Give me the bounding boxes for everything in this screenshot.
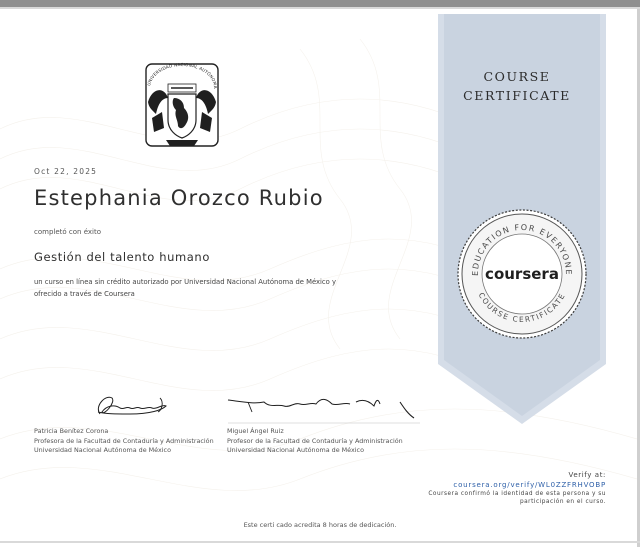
ribbon-title-line1: COURSE [483, 69, 551, 84]
course-description-line2: ofrecido a través de Coursera [34, 290, 135, 298]
verify-note-line1: Coursera confirmó la identidad de esta p… [428, 491, 606, 497]
signer-1-title: Profesora de la Facultad de Contaduría y… [34, 436, 214, 445]
university-seal-logo: UNIVERSIDAD NACIONAL AUTÓNOMA DE MÉXICO [138, 58, 219, 147]
signature-2 [227, 398, 420, 424]
course-description: un curso en línea sin crédito autorizado… [34, 276, 354, 300]
verify-label: Verify at: [568, 471, 606, 479]
ribbon-title-line2: CERTIFICATE [463, 88, 571, 103]
signer-2-institution: Universidad Nacional Autónoma de México [227, 446, 364, 454]
signer-1-institution: Universidad Nacional Autónoma de México [34, 446, 171, 454]
badge-brand-text: coursera [485, 265, 559, 283]
signer-2: Miguel Ángel Ruiz Profesor de la Faculta… [227, 427, 403, 456]
frame-bottom-edge [0, 541, 640, 543]
recipient-name: Estephania Orozco Rubio [34, 186, 324, 210]
signer-1: Patricia Benítez Corona Profesora de la … [34, 427, 214, 456]
signer-1-name: Patricia Benítez Corona [34, 427, 109, 435]
certificate-date: Oct 22, 2025 [34, 167, 98, 176]
course-description-line1: un curso en línea sin crédito autorizado… [34, 278, 337, 286]
frame-top-bar [0, 0, 640, 7]
coursera-badge: EDUCATION FOR EVERYONE COURSE CERTIFICAT… [457, 209, 587, 339]
signer-2-title: Profesor de la Facultad de Contaduría y … [227, 436, 403, 445]
completed-label: completó con éxito [34, 228, 101, 236]
course-title: Gestión del talento humano [34, 250, 210, 264]
signer-2-name: Miguel Ángel Ruiz [227, 427, 284, 435]
verify-note-line2: participación en el curso. [519, 499, 606, 505]
hours-note: Este certi cado acredita 8 horas de dedi… [243, 521, 397, 529]
verify-block: Verify at: coursera.org/verify/WL0ZZFRHV… [428, 471, 606, 506]
signature-1 [97, 396, 167, 415]
verify-link[interactable]: coursera.org/verify/WL0ZZFRHVOBP [428, 481, 606, 491]
